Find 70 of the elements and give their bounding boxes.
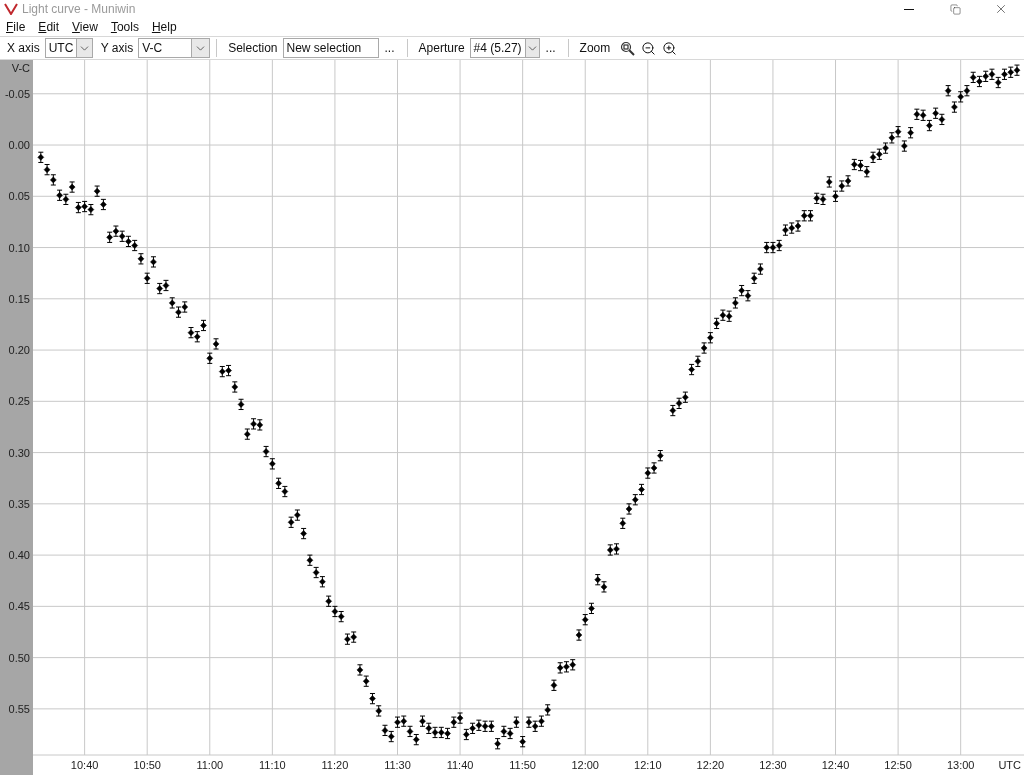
y-tick-label: 0.10 [8,241,30,254]
x-axis-label: X axis [7,40,40,57]
y-tick-label: 0.00 [8,139,30,152]
y-tick-label: 0.30 [8,446,30,459]
data-point [619,517,626,529]
x-axis-dropdown[interactable]: UTC [44,38,93,58]
data-point [231,381,239,393]
x-tick-label: 13:00 [946,759,975,771]
y-tick-label: 0.50 [8,651,30,664]
menu-item[interactable]: Edit [38,18,60,36]
window-title: Light curve - Muniwin [22,1,136,18]
zoom-in-button[interactable] [660,39,679,57]
selection-more-button[interactable]: ... [384,39,395,57]
menu-item[interactable]: View [72,18,98,36]
x-tick-label: 12:50 [884,759,912,771]
x-tick-label: 12:30 [759,759,787,771]
x-tick-label: 12:20 [696,759,725,771]
y-axis-label: Y axis [100,40,134,57]
zoom-fit-button[interactable] [618,39,637,57]
x-tick-label: 11:30 [384,759,411,771]
zoom-out-icon [640,40,656,56]
restore-icon [949,3,961,15]
x-tick-label: 11:10 [259,759,286,771]
x-tick-label: 12:40 [821,759,850,771]
zoom-label: Zoom [579,40,611,57]
data-point [550,679,558,691]
x-tick-label: 12:00 [571,759,599,771]
zoom-in-icon [661,40,677,56]
x-tick-label: 10:40 [70,759,99,771]
data-point [300,527,307,540]
y-tick-label: -0.05 [4,87,30,100]
x-tick-label: 11:40 [446,759,474,771]
app-logo-icon [4,3,18,15]
data-point [575,629,583,641]
x-tick-label: 12:10 [634,759,662,771]
x-tick-label: 11:00 [196,759,224,771]
y-tick-label: 0.20 [8,344,30,357]
close-icon [994,2,1008,16]
x-tick-label: 11:20 [321,759,349,771]
data-point [826,176,833,188]
data-point [150,256,157,268]
x-axis-title: UTC [998,759,1021,771]
y-tick-label: 0.40 [8,549,30,562]
zoom-out-button[interactable] [639,39,658,57]
x-tick-label: 10:50 [133,759,161,771]
aperture-more-button[interactable]: ... [545,39,556,57]
aperture-label: Aperture [418,40,465,57]
y-tick-label: 0.05 [8,190,30,203]
y-tick-label: 0.55 [8,702,30,715]
y-tick-label: 0.25 [8,395,30,408]
magnifier-icon [619,40,635,56]
data-point [212,338,220,350]
data-point [237,398,245,411]
y-axis-dropdown[interactable]: V-C [138,38,211,58]
menu-item[interactable]: Tools [110,18,139,36]
y-tick-label: 0.15 [8,292,30,305]
data-point [143,272,151,284]
selection-label: Selection [228,40,278,57]
menu-item[interactable]: File [6,18,26,36]
data-point [206,352,213,364]
x-tick-label: 11:50 [509,759,536,771]
y-tick-label: 0.35 [8,497,30,510]
aperture-dropdown[interactable]: #4 (5.27) [469,38,540,58]
data-point [519,736,526,748]
minimize-icon [904,8,914,10]
data-point [944,85,952,97]
y-axis-title: V-C [11,62,30,74]
selection-field[interactable]: New selection [282,38,379,58]
menu-item[interactable]: Help [151,18,177,36]
y-tick-label: 0.45 [8,600,30,613]
